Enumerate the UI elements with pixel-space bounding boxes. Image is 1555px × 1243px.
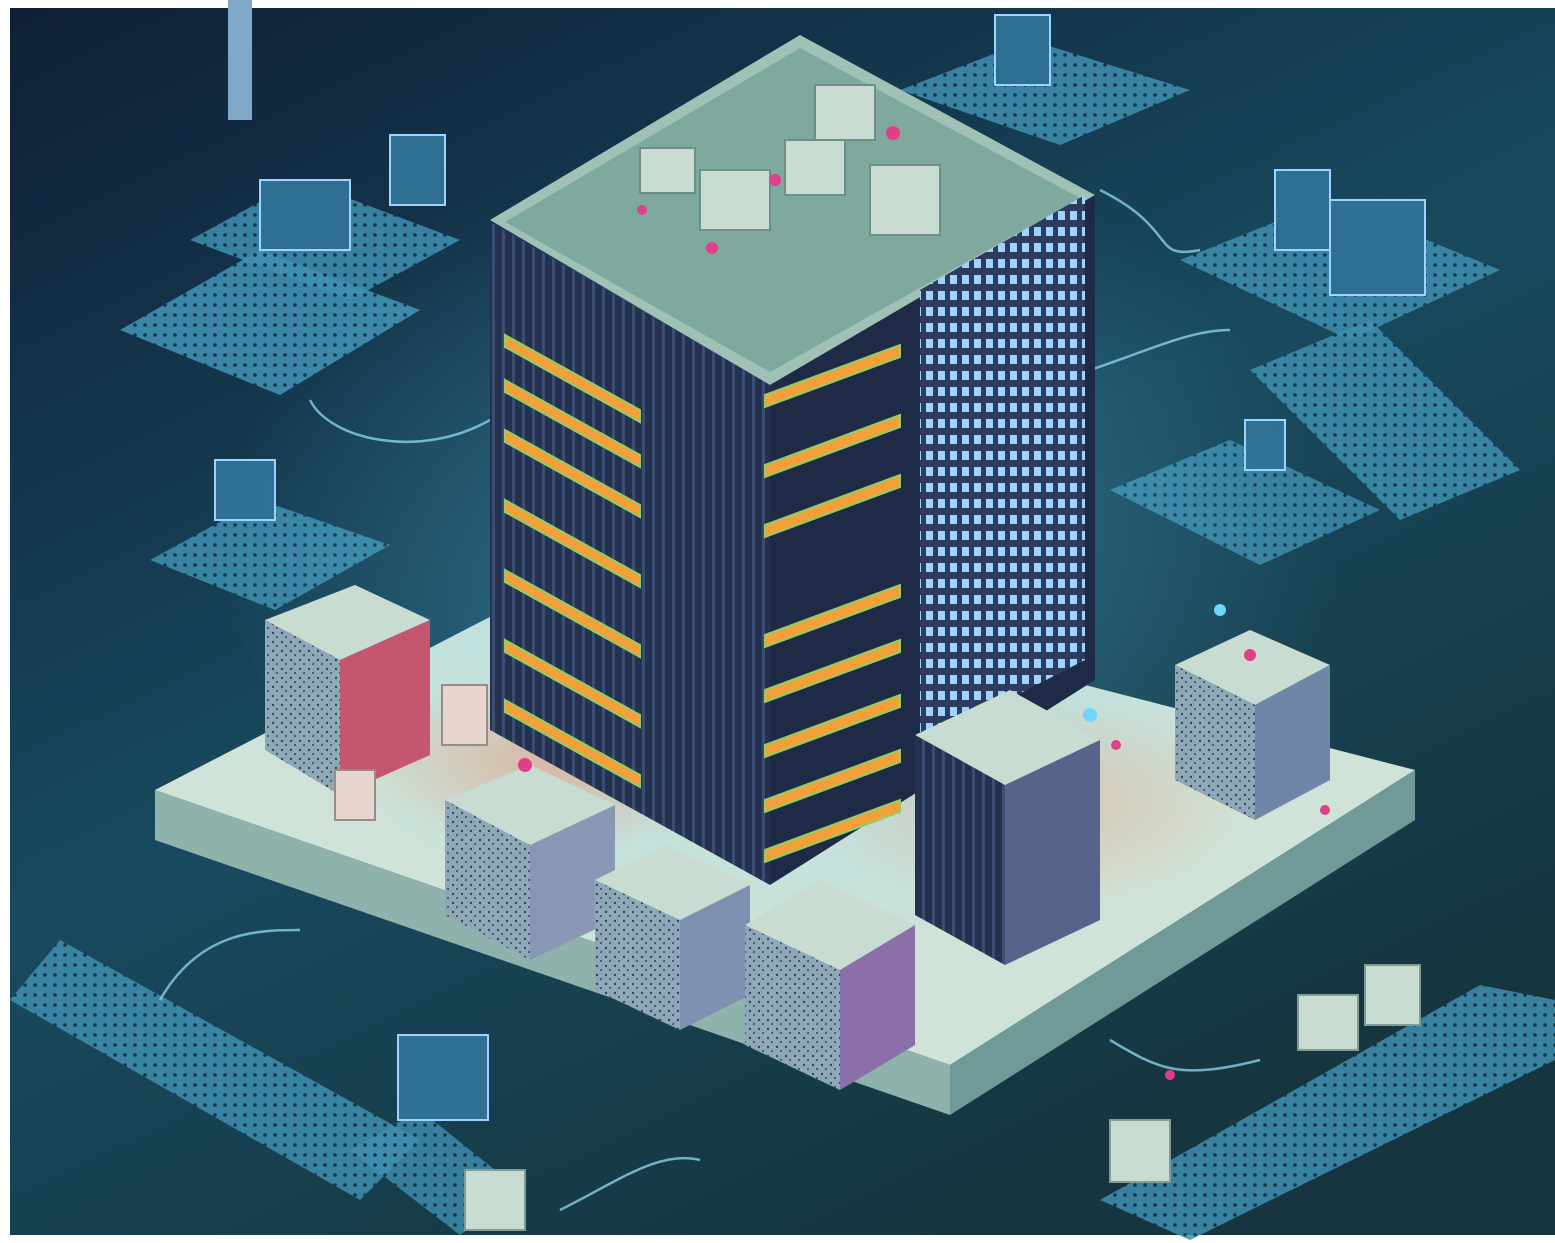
server-building-illustration xyxy=(0,0,1555,1243)
bookmark-bar xyxy=(228,0,252,120)
